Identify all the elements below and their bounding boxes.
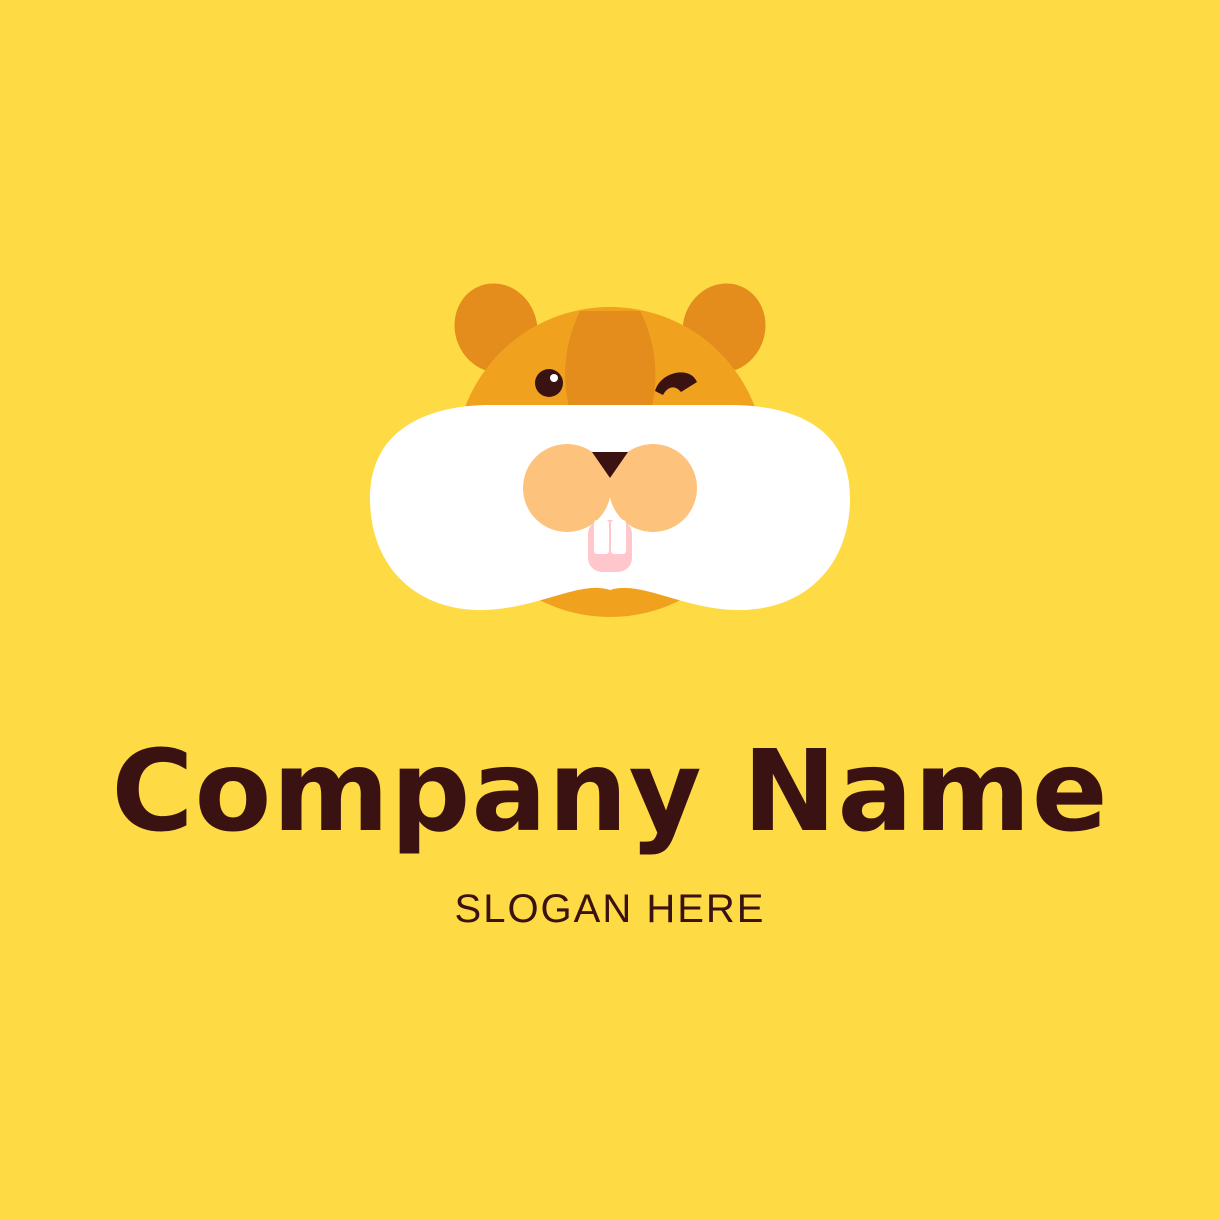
hamster-face-icon [370,283,850,617]
company-name: Company Name [111,727,1109,857]
logo-canvas: Company Name SLOGAN HERE [0,0,1220,1220]
teeth-icon [594,520,609,554]
eye-open-icon [535,369,563,397]
slogan: SLOGAN HERE [454,887,766,931]
cheeks-shape [370,405,850,611]
